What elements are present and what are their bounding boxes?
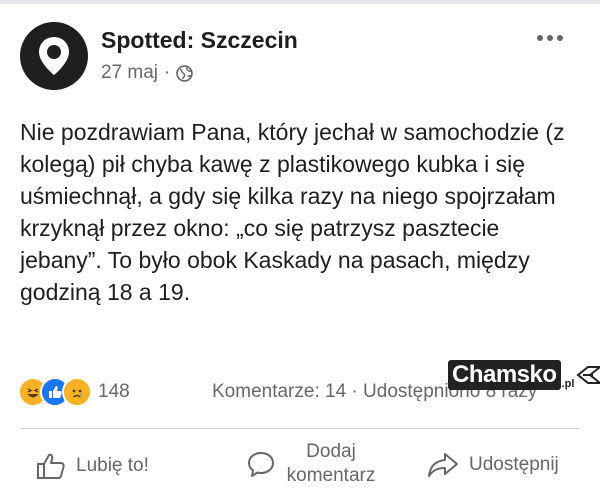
stats-separator: ·	[351, 381, 364, 402]
watermark-text: Chamsko	[448, 360, 561, 390]
comment-bubble-icon	[248, 452, 274, 477]
share-button[interactable]: Udostępnij	[427, 452, 559, 478]
more-dots-icon	[537, 35, 563, 41]
map-pin-icon	[39, 37, 69, 75]
like-label: Lubię to!	[76, 455, 149, 476]
comment-button[interactable]: Dodaj komentarz	[246, 440, 376, 488]
comment-label: Dodaj komentarz	[286, 440, 376, 488]
comment-label-line1: Dodaj	[306, 441, 356, 462]
thumb-up-icon	[37, 453, 65, 479]
watermark: Chamsko .pl	[448, 360, 600, 390]
post-text: Nie pozdrawiam Pana, który jechał w samo…	[20, 119, 565, 305]
action-divider	[20, 428, 580, 429]
watermark-logo-icon	[576, 366, 600, 384]
more-options-button[interactable]	[536, 26, 564, 44]
share-label: Udostępnij	[469, 454, 559, 475]
comment-label-line2: komentarz	[286, 465, 376, 486]
globe-icon[interactable]	[176, 64, 194, 82]
meta-separator: ·	[164, 62, 171, 83]
post-date[interactable]: 27 maj	[101, 62, 158, 84]
page-avatar[interactable]	[20, 22, 88, 90]
comments-count[interactable]: Komentarze: 14	[212, 381, 346, 402]
page-name[interactable]: Spotted: Szczecin	[101, 27, 298, 54]
reaction-count: 148	[98, 381, 130, 402]
top-border	[0, 0, 600, 4]
reactions-summary[interactable]: 148	[18, 377, 130, 407]
sad-icon	[62, 377, 92, 407]
like-button[interactable]: Lubię to!	[36, 452, 149, 480]
post-meta: 27 maj ·	[101, 62, 194, 84]
share-arrow-icon	[428, 453, 458, 477]
watermark-suffix: .pl	[561, 378, 575, 390]
